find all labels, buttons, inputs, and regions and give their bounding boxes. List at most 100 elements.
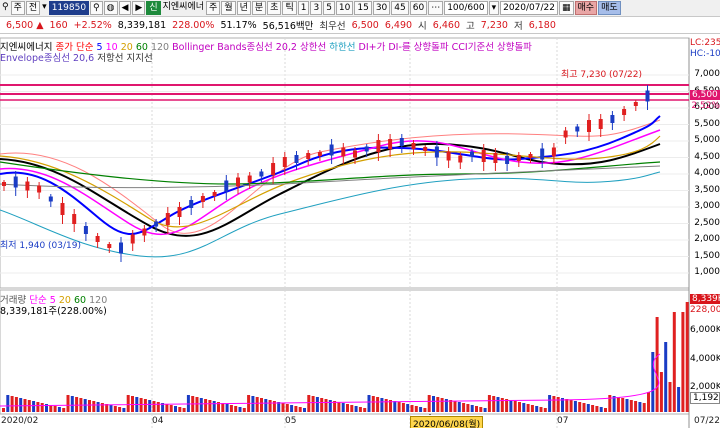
- volume-bar: [647, 392, 650, 412]
- volume-bar: [664, 342, 668, 412]
- period-button-year[interactable]: 년: [236, 1, 251, 15]
- candle-body: [540, 148, 545, 160]
- back-arrow-icon[interactable]: ◀: [118, 1, 132, 15]
- period-button-second[interactable]: 초: [267, 1, 282, 15]
- volume-bar: [380, 398, 384, 412]
- high-label: 고: [466, 21, 475, 32]
- mode-select[interactable]: 주: [10, 1, 25, 15]
- price-tick-label: 5,500: [694, 118, 720, 129]
- interval-button-10[interactable]: 10: [335, 1, 354, 15]
- volume-bar: [75, 397, 79, 412]
- date-input[interactable]: 2020/07/22: [500, 1, 558, 15]
- interval-button-45[interactable]: 45: [391, 1, 409, 15]
- candle-body: [25, 181, 30, 191]
- forward-arrow-icon[interactable]: ▶: [132, 1, 146, 15]
- volume-bar: [500, 398, 504, 412]
- volume-bar: [199, 398, 203, 412]
- interval-button-3[interactable]: 3: [310, 1, 323, 15]
- period-button-week[interactable]: 주: [206, 1, 221, 15]
- period-button-month[interactable]: 월: [221, 1, 236, 15]
- volume-legend: 거래량 단순 5 20 60 120: [0, 292, 107, 306]
- price-tick-label: 1,500: [694, 250, 720, 261]
- volume-bar: [10, 396, 14, 412]
- candle-body: [306, 153, 311, 159]
- candle-body: [551, 147, 556, 157]
- candle-body: [177, 207, 182, 217]
- volume-bar: [475, 406, 478, 412]
- period-type-select[interactable]: 전: [25, 1, 41, 15]
- volume: 8,339,181: [117, 19, 167, 31]
- volume-bar: [543, 408, 547, 412]
- volume-bar: [62, 408, 66, 412]
- volume-bar: [539, 407, 543, 412]
- high-price: 7,230: [480, 19, 508, 31]
- interval-button-30[interactable]: 30: [372, 1, 391, 15]
- volume-bar: [204, 399, 208, 412]
- candle-body: [259, 171, 264, 177]
- candle-count-input[interactable]: 100/600: [444, 1, 488, 15]
- volume-tick-top: 228,000: [690, 305, 720, 315]
- volume-bar: [242, 408, 246, 412]
- volume-bar: [522, 403, 526, 412]
- low-annotation: 최저 1,940 (03/19): [0, 241, 82, 251]
- candle-body: [399, 138, 404, 146]
- volume-value: 8,339,181주(228.00%): [0, 306, 107, 317]
- candle-body: [72, 214, 77, 224]
- candle-body: [294, 155, 299, 163]
- volume-bar: [315, 397, 319, 412]
- candle-body: [119, 242, 123, 254]
- volume-bar: [285, 404, 289, 412]
- volume-bar: [260, 398, 263, 412]
- volume-bar: [174, 406, 177, 412]
- price-chart[interactable]: [0, 34, 720, 428]
- period-button-tick[interactable]: 틱: [282, 1, 297, 15]
- candle-body: [13, 176, 18, 188]
- chevron-down-icon[interactable]: ▾: [488, 1, 500, 15]
- volume-bar: [483, 408, 487, 412]
- toolbar: ⚲ 주 전 ▾ 119850 ⚲ ◍ ◀ ▶ 신 지엔씨에너 주 월 년 분 초…: [0, 0, 720, 17]
- volume-bar: [573, 401, 577, 412]
- volume-bar: [432, 396, 435, 412]
- volume-bar: [131, 396, 134, 412]
- volume-bar: [66, 395, 70, 412]
- volume-bar: [427, 395, 431, 412]
- volume-bar: [238, 407, 242, 412]
- price-tick-label: 2,500: [694, 217, 720, 228]
- search-icon[interactable]: ⚲: [1, 1, 10, 15]
- price-change-pct: +2.52%: [73, 19, 112, 31]
- interval-button-5[interactable]: 5: [323, 1, 335, 15]
- volume-tick-6000k: 6,000K: [690, 325, 720, 335]
- candle-body: [575, 126, 580, 132]
- volume-bar: [457, 402, 461, 412]
- volume-bar: [350, 405, 354, 412]
- stock-code-input[interactable]: 119850: [48, 1, 90, 15]
- zoom-icon[interactable]: ◍: [103, 1, 118, 15]
- volume-bar: [479, 407, 483, 412]
- chevron-down-icon[interactable]: ▾: [41, 1, 48, 15]
- interval-button-15[interactable]: 15: [354, 1, 372, 15]
- volume-bar: [569, 400, 573, 412]
- sell-button[interactable]: 매도: [598, 1, 621, 15]
- period-button-minute[interactable]: 분: [251, 1, 267, 15]
- volume-bar: [337, 402, 341, 412]
- volume-bar: [642, 403, 646, 412]
- volume-bar: [328, 400, 332, 412]
- price-tick-label: 2,000: [694, 234, 720, 244]
- candle-body: [528, 154, 533, 158]
- stock-search-icon[interactable]: ⚲: [90, 1, 103, 15]
- volume-bar: [518, 402, 521, 412]
- volume-bar: [608, 395, 612, 412]
- interval-button-60[interactable]: 60: [409, 1, 428, 15]
- volume-bar: [556, 397, 560, 412]
- volume-bar: [586, 404, 590, 412]
- interval-button-1[interactable]: 1: [297, 1, 310, 15]
- candle-body: [107, 244, 112, 248]
- calendar-icon[interactable]: ▦: [558, 1, 574, 15]
- volume-bar: [668, 382, 672, 412]
- candle-body: [60, 203, 65, 215]
- volume-bar: [118, 407, 122, 412]
- volume-bar: [535, 406, 539, 412]
- settings-icon[interactable]: ⋯: [428, 1, 444, 15]
- buy-button[interactable]: 매수: [574, 1, 598, 15]
- volume-bar: [419, 407, 423, 412]
